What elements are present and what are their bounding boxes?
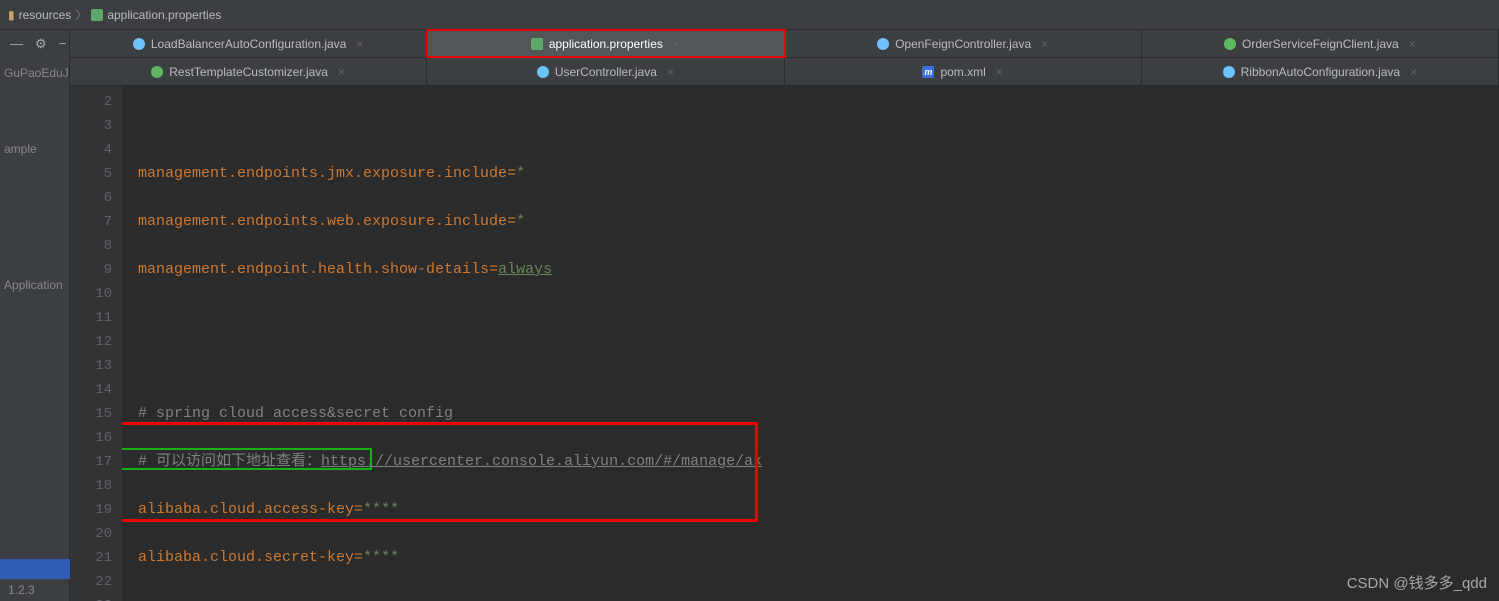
java-icon <box>133 38 145 50</box>
breadcrumb-bar: ▮ resources 〉 application.properties <box>0 0 1499 30</box>
tab-application-properties[interactable]: application.properties× <box>427 30 784 57</box>
gutter: 23456789101112131415161718192021222324 <box>70 86 122 601</box>
close-icon[interactable]: × <box>1410 65 1417 79</box>
tab-orderservicefeignclient[interactable]: OrderServiceFeignClient.java× <box>1142 30 1499 57</box>
breadcrumb-file[interactable]: application.properties <box>107 8 221 22</box>
java-icon <box>151 66 163 78</box>
tab-loadbalancer[interactable]: LoadBalancerAutoConfiguration.java× <box>70 30 427 57</box>
java-icon <box>877 38 889 50</box>
tab-ribbonautoconfiguration[interactable]: RibbonAutoConfiguration.java× <box>1142 58 1499 85</box>
close-icon[interactable]: × <box>338 65 345 79</box>
java-icon <box>1223 66 1235 78</box>
sidebar-label-2[interactable]: ample <box>0 136 69 162</box>
tab-openfeigncontroller[interactable]: OpenFeignController.java× <box>785 30 1142 57</box>
sidebar-selection[interactable] <box>0 559 70 579</box>
java-icon <box>1224 38 1236 50</box>
tab-resttemplatecustomizer[interactable]: RestTemplateCustomizer.java× <box>70 58 427 85</box>
properties-icon <box>531 38 543 50</box>
tabs-row-2: RestTemplateCustomizer.java× UserControl… <box>70 58 1499 86</box>
sidebar-label-3[interactable]: Application <box>0 272 69 298</box>
breadcrumb[interactable]: ▮ resources 〉 application.properties <box>8 6 221 23</box>
close-icon[interactable]: × <box>667 65 674 79</box>
java-icon <box>537 66 549 78</box>
tab-pomxml[interactable]: mpom.xml× <box>785 58 1142 85</box>
code-content[interactable]: management.endpoints.jmx.exposure.includ… <box>122 86 1499 601</box>
tab-usercontroller[interactable]: UserController.java× <box>427 58 784 85</box>
properties-icon <box>91 9 103 21</box>
code-area[interactable]: 23456789101112131415161718192021222324 m… <box>70 86 1499 601</box>
gear-icon[interactable]: ⚙ <box>35 36 47 52</box>
version-label: 1.2.3 <box>0 579 69 601</box>
minus-icon[interactable]: − <box>59 36 67 52</box>
sidebar: — ⚙ − GuPaoEduJa ample Application 1.2.3 <box>0 30 70 601</box>
editor-area: LoadBalancerAutoConfiguration.java× appl… <box>70 30 1499 601</box>
close-icon[interactable]: × <box>1041 37 1048 51</box>
breadcrumb-folder[interactable]: resources <box>19 8 72 22</box>
folder-icon: ▮ <box>8 8 15 22</box>
close-icon[interactable]: × <box>1409 37 1416 51</box>
close-icon[interactable]: × <box>673 37 680 51</box>
close-icon[interactable]: × <box>996 65 1003 79</box>
collapse-icon[interactable]: — <box>10 36 23 52</box>
sidebar-label-1[interactable]: GuPaoEduJa <box>0 60 69 86</box>
chevron-right-icon: 〉 <box>75 6 87 23</box>
close-icon[interactable]: × <box>356 37 363 51</box>
tabs-row-1: LoadBalancerAutoConfiguration.java× appl… <box>70 30 1499 58</box>
maven-icon: m <box>922 66 934 78</box>
watermark: CSDN @钱多多_qdd <box>1347 572 1487 593</box>
